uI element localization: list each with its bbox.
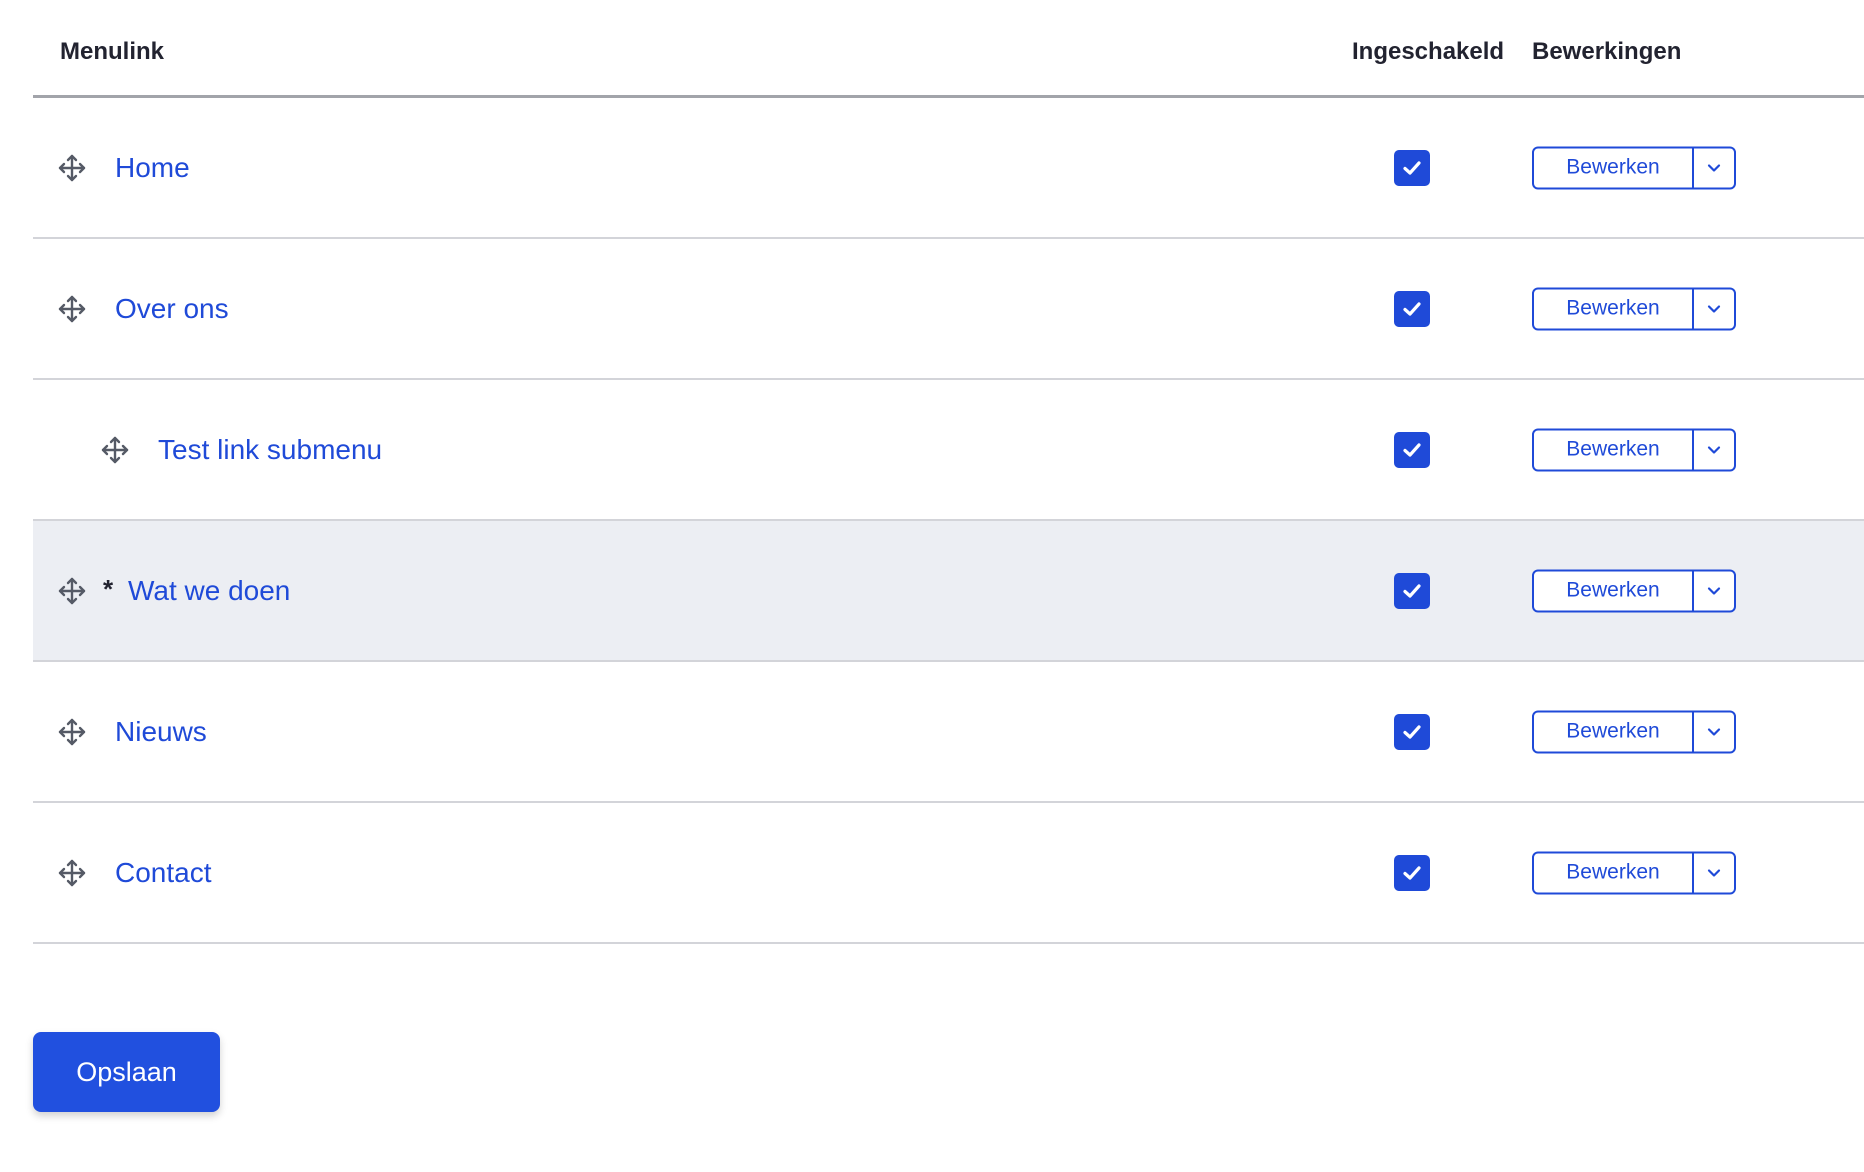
enabled-checkbox[interactable] xyxy=(1394,572,1430,609)
operations-dropbutton: Bewerken xyxy=(1532,146,1736,189)
edit-button[interactable]: Bewerken xyxy=(1534,571,1694,610)
operations-dropbutton: Bewerken xyxy=(1532,851,1736,894)
checkmark-icon xyxy=(1400,861,1424,885)
chevron-down-icon xyxy=(1706,442,1722,458)
edit-button[interactable]: Bewerken xyxy=(1534,289,1694,328)
table-row: Contact Bewerken xyxy=(33,803,1864,944)
table-header: Menulink Ingeschakeld Bewerkingen xyxy=(33,0,1864,98)
menu-link[interactable]: Home xyxy=(115,152,190,184)
table-row: Over ons Bewerken xyxy=(33,239,1864,380)
menu-link[interactable]: Nieuws xyxy=(115,716,207,748)
checkmark-icon xyxy=(1400,720,1424,744)
drag-handle-icon[interactable] xyxy=(57,858,87,888)
enabled-checkbox[interactable] xyxy=(1394,713,1430,750)
menu-link[interactable]: Contact xyxy=(115,857,212,889)
operations-dropbutton: Bewerken xyxy=(1532,287,1736,330)
dropdown-toggle-button[interactable] xyxy=(1694,712,1734,751)
table-row: Test link submenu Bewerken xyxy=(33,380,1864,521)
save-button[interactable]: Opslaan xyxy=(33,1032,220,1112)
edit-button[interactable]: Bewerken xyxy=(1534,430,1694,469)
dropdown-toggle-button[interactable] xyxy=(1694,289,1734,328)
edit-button[interactable]: Bewerken xyxy=(1534,853,1694,892)
menu-link[interactable]: Wat we doen xyxy=(128,575,290,607)
drag-handle-icon[interactable] xyxy=(57,294,87,324)
column-header-enabled: Ingeschakeld xyxy=(1352,38,1505,65)
operations-dropbutton: Bewerken xyxy=(1532,710,1736,753)
enabled-checkbox[interactable] xyxy=(1394,149,1430,186)
operations-dropbutton: Bewerken xyxy=(1532,569,1736,612)
table-row: Nieuws Bewerken xyxy=(33,662,1864,803)
table-body: Home Bewerken Over ons Bewerken Test link su… xyxy=(33,98,1864,944)
drag-handle-icon[interactable] xyxy=(57,717,87,747)
dropdown-toggle-button[interactable] xyxy=(1694,148,1734,187)
drag-handle-icon[interactable] xyxy=(57,576,87,606)
menu-links-table: Menulink Ingeschakeld Bewerkingen Home Be… xyxy=(33,0,1864,944)
dropdown-toggle-button[interactable] xyxy=(1694,571,1734,610)
edit-button[interactable]: Bewerken xyxy=(1534,712,1694,751)
edit-button[interactable]: Bewerken xyxy=(1534,148,1694,187)
chevron-down-icon xyxy=(1706,865,1722,881)
dropdown-toggle-button[interactable] xyxy=(1694,853,1734,892)
menu-link[interactable]: Test link submenu xyxy=(158,434,382,466)
column-header-menulink: Menulink xyxy=(60,38,165,65)
drag-handle-icon[interactable] xyxy=(100,435,130,465)
chevron-down-icon xyxy=(1706,583,1722,599)
enabled-checkbox[interactable] xyxy=(1394,290,1430,327)
checkmark-icon xyxy=(1400,438,1424,462)
table-row: Home Bewerken xyxy=(33,98,1864,239)
operations-dropbutton: Bewerken xyxy=(1532,428,1736,471)
checkmark-icon xyxy=(1400,297,1424,321)
menu-link[interactable]: Over ons xyxy=(115,293,229,325)
table-row: * Wat we doen Bewerken xyxy=(33,521,1864,662)
enabled-checkbox[interactable] xyxy=(1394,431,1430,468)
checkmark-icon xyxy=(1400,156,1424,180)
checkmark-icon xyxy=(1400,579,1424,603)
drag-handle-icon[interactable] xyxy=(57,153,87,183)
column-header-operations: Bewerkingen xyxy=(1532,38,1682,65)
chevron-down-icon xyxy=(1706,724,1722,740)
enabled-checkbox[interactable] xyxy=(1394,854,1430,891)
dropdown-toggle-button[interactable] xyxy=(1694,430,1734,469)
chevron-down-icon xyxy=(1706,160,1722,176)
changed-marker: * xyxy=(103,573,114,604)
chevron-down-icon xyxy=(1706,301,1722,317)
